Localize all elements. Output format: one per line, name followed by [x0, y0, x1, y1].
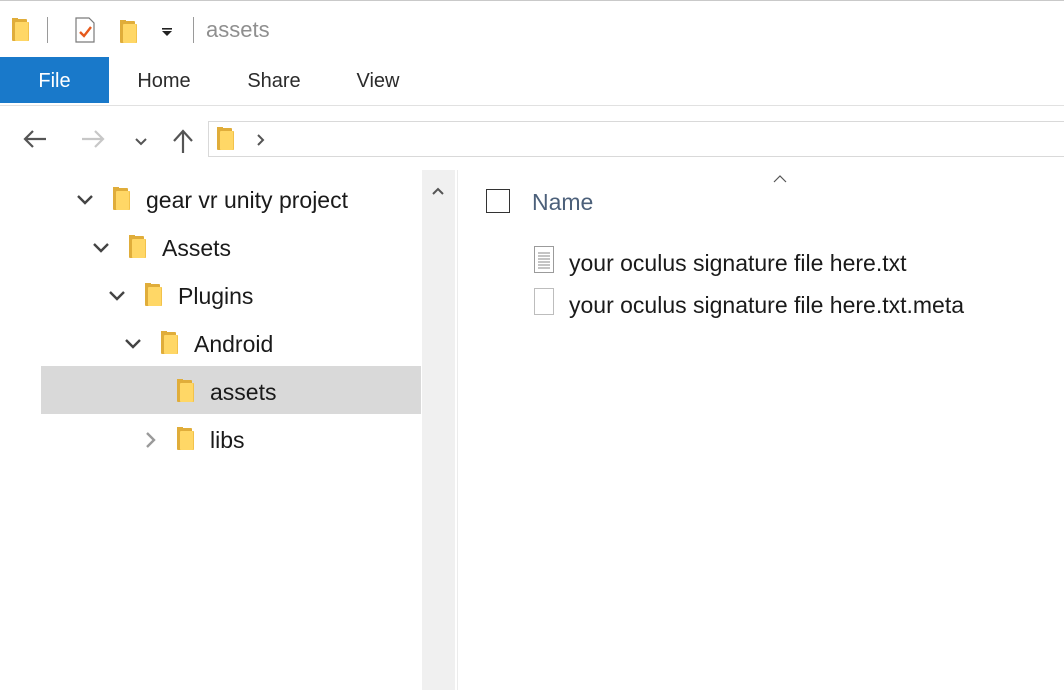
scroll-up-icon[interactable]: [431, 186, 445, 196]
sort-ascending-icon: [773, 175, 787, 183]
chevron-down-icon[interactable]: [134, 134, 148, 152]
tree-item-android[interactable]: Android: [0, 320, 422, 368]
address-bar[interactable]: [208, 121, 1064, 157]
separator: [193, 17, 194, 43]
ribbon: File Home Share View: [0, 57, 1064, 106]
title-bar: assets: [0, 0, 1064, 60]
tree-item-label: assets: [210, 379, 277, 405]
tree-item-label: Android: [194, 331, 274, 357]
navigation-pane: gear vr unity project Assets Plugins And…: [0, 170, 422, 690]
back-icon[interactable]: [22, 128, 48, 155]
tree-item-libs[interactable]: libs: [0, 416, 422, 464]
forward-icon[interactable]: [80, 128, 106, 155]
tree-item-label: Plugins: [178, 283, 254, 309]
chevron-down-icon[interactable]: [123, 334, 143, 354]
tab-home[interactable]: Home: [126, 57, 202, 103]
select-all-checkbox[interactable]: [486, 189, 510, 213]
file-row[interactable]: your oculus signature file here.txt.meta: [458, 284, 1064, 324]
file-name: your oculus signature file here.txt: [569, 250, 907, 276]
up-arrow-icon[interactable]: [170, 128, 196, 159]
chevron-right-icon[interactable]: [256, 133, 266, 152]
chevron-right-icon[interactable]: [141, 430, 161, 450]
separator: [47, 17, 48, 43]
window-title: assets: [206, 17, 270, 42]
chevron-down-icon[interactable]: [91, 238, 111, 258]
chevron-down-icon[interactable]: [75, 190, 95, 210]
tree-item-label: Assets: [162, 235, 232, 261]
tree-scrollbar[interactable]: [422, 170, 455, 690]
customize-toolbar-icon[interactable]: [160, 25, 174, 43]
tab-file[interactable]: File: [0, 57, 109, 103]
text-file-icon: [534, 246, 554, 273]
tree-item-assets-parent[interactable]: Assets: [0, 224, 422, 272]
tab-share[interactable]: Share: [236, 57, 312, 103]
file-list: Name your oculus signature file here.txt…: [458, 170, 1064, 690]
tab-view[interactable]: View: [344, 57, 412, 103]
file-name: your oculus signature file here.txt.meta: [569, 292, 965, 318]
chevron-down-icon[interactable]: [107, 286, 127, 306]
navigation-bar: [0, 106, 1064, 170]
blank-file-icon: [534, 288, 554, 315]
properties-icon[interactable]: [74, 17, 96, 43]
tree-item-plugins[interactable]: Plugins: [0, 272, 422, 320]
tree-item-gear-vr-unity-project[interactable]: gear vr unity project: [0, 176, 422, 224]
file-row[interactable]: your oculus signature file here.txt: [458, 242, 1064, 282]
tree-item-label: gear vr unity project: [146, 187, 348, 213]
tree-item-assets-selected[interactable]: assets: [41, 366, 421, 414]
column-header-name[interactable]: Name: [532, 189, 593, 216]
tree-item-label: libs: [210, 427, 245, 453]
